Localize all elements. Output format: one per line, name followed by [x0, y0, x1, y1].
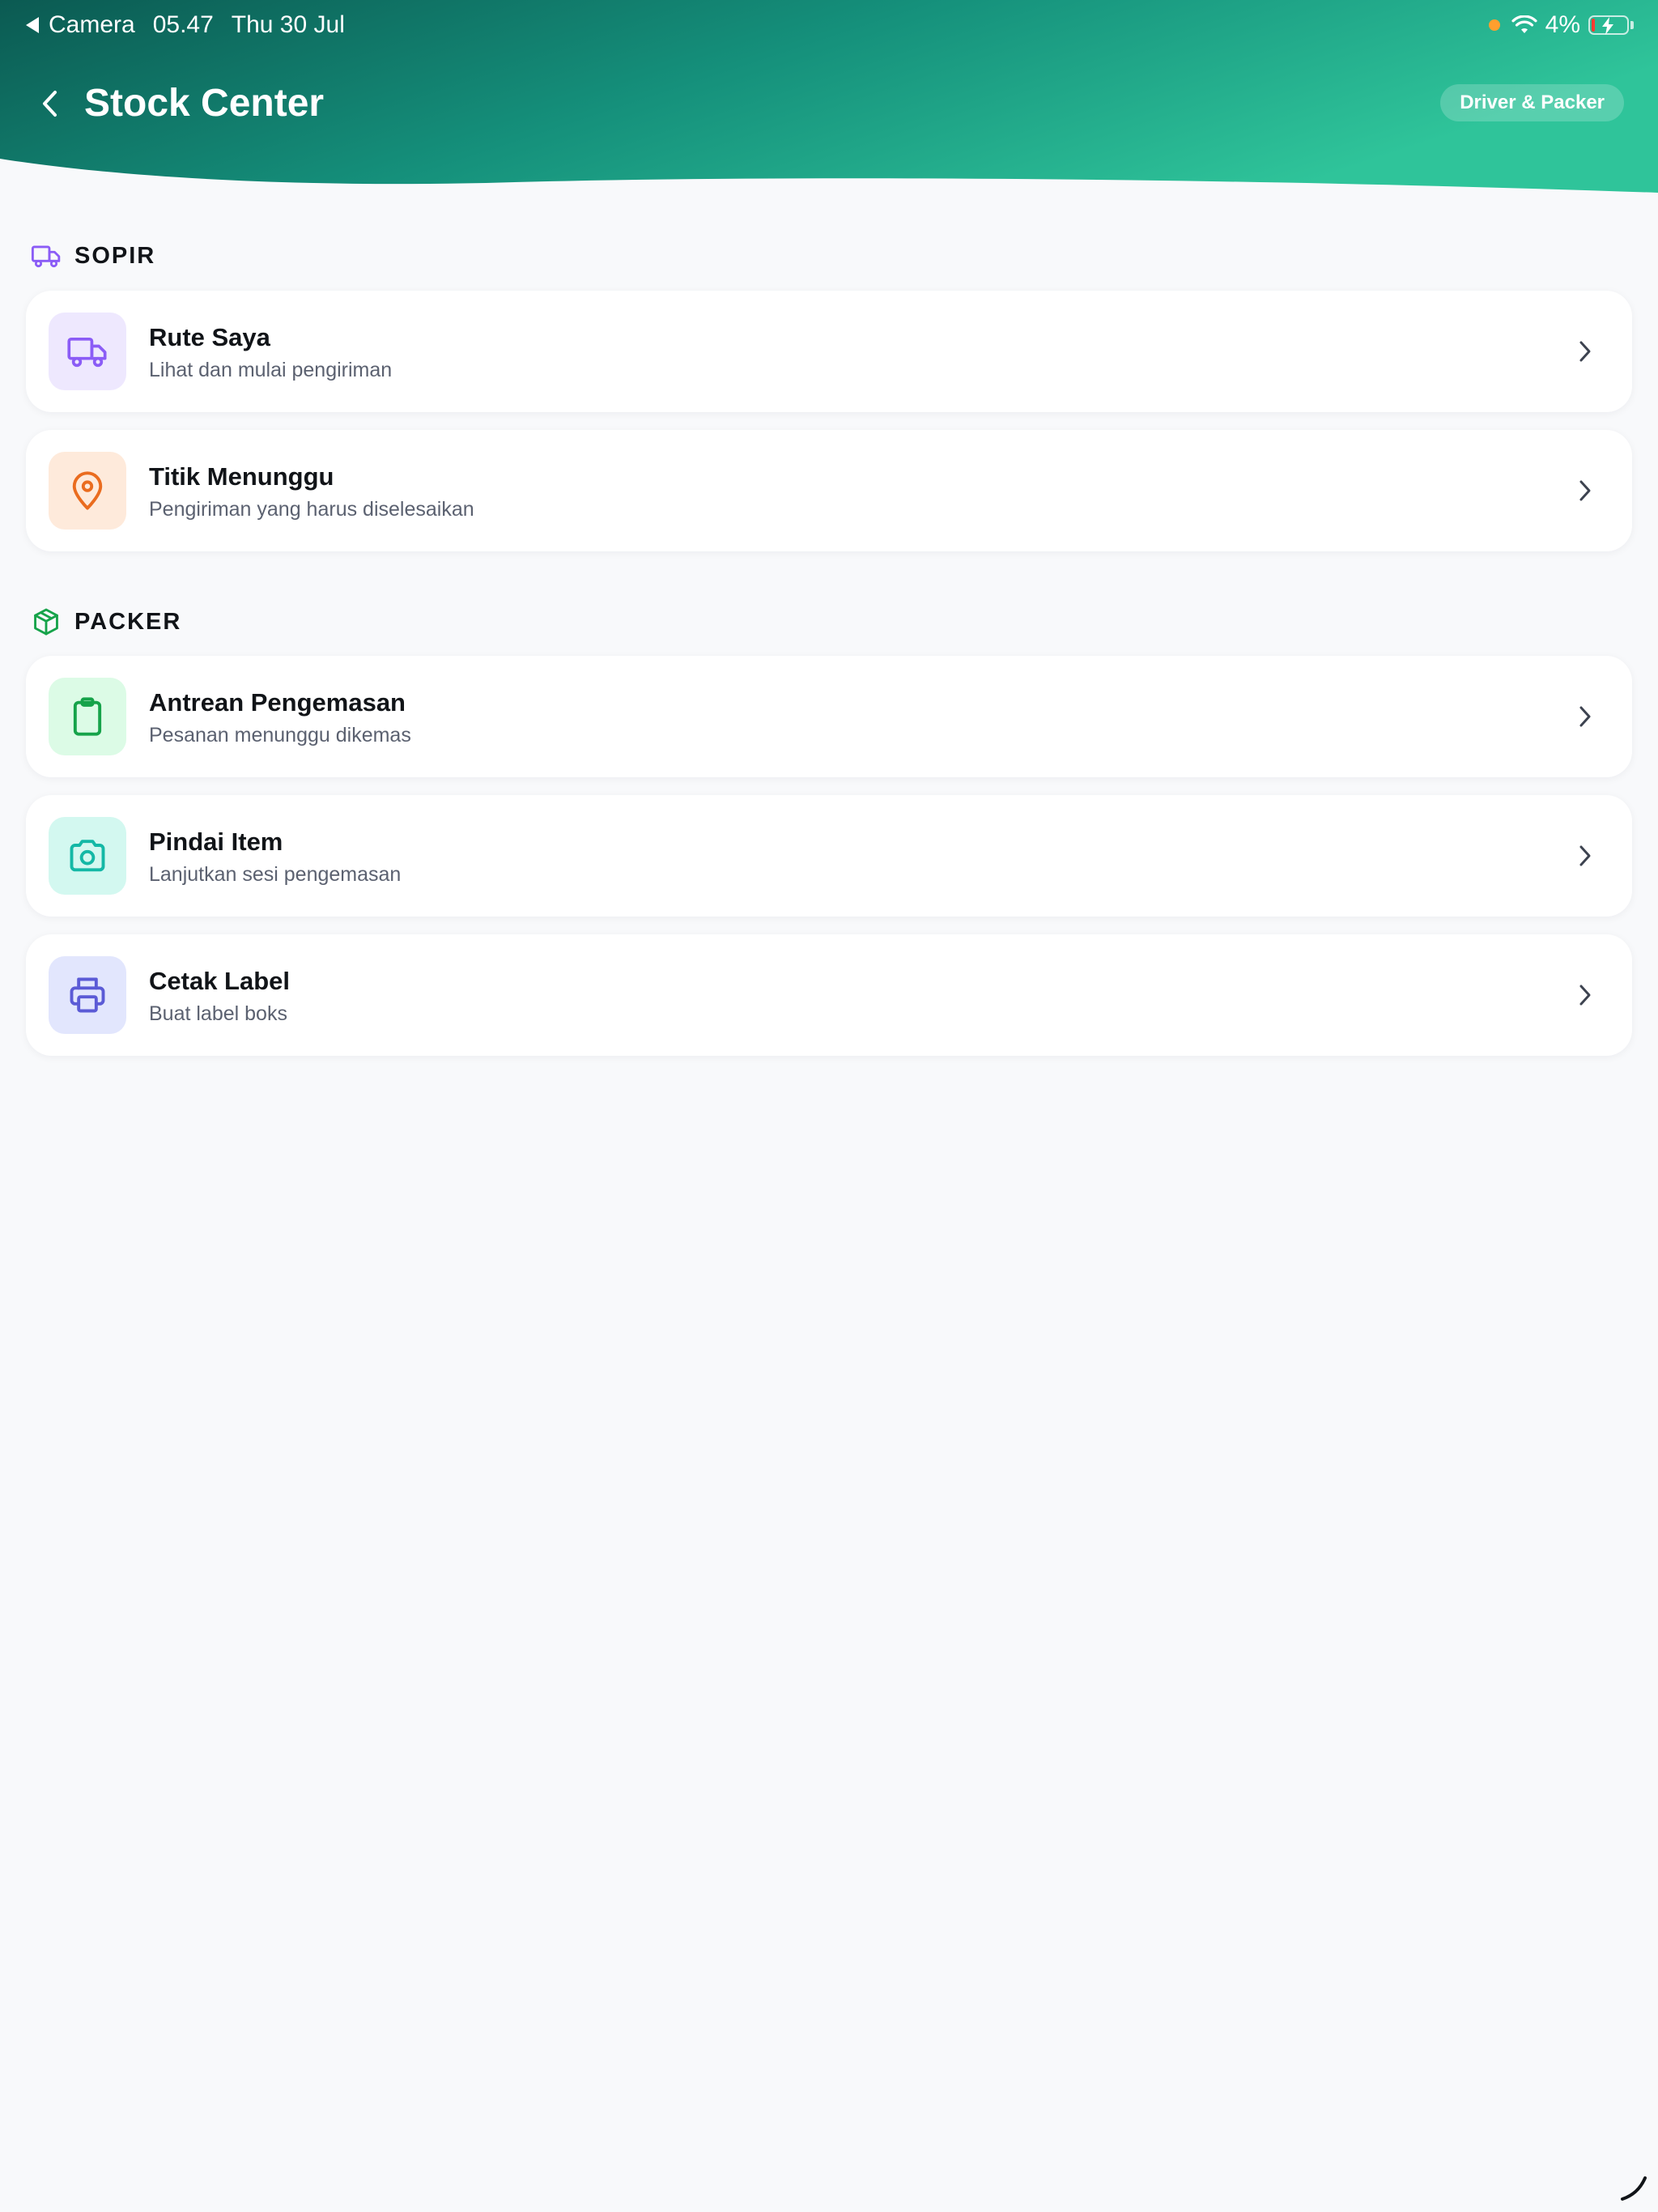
- map-pin-icon: [72, 471, 103, 510]
- card-icon-box: [49, 452, 126, 530]
- section-header-sopir: SOPIR: [31, 240, 155, 272]
- package-icon: [31, 606, 62, 637]
- menu-card-rute-saya[interactable]: Rute Saya Lihat dan mulai pengiriman: [26, 291, 1632, 412]
- status-left: Camera 05.47 Thu 30 Jul: [26, 11, 345, 39]
- card-subtitle: Pengiriman yang harus diselesaikan: [149, 498, 474, 521]
- card-subtitle: Lihat dan mulai pengiriman: [149, 359, 393, 381]
- card-title: Antrean Pengemasan: [149, 688, 406, 717]
- menu-card-cetak-label[interactable]: Cetak Label Buat label boks: [26, 934, 1632, 1056]
- chevron-right-icon: [1569, 474, 1601, 507]
- card-title: Pindai Item: [149, 827, 283, 856]
- menu-card-antrean-pengemasan[interactable]: Antrean Pengemasan Pesanan menunggu dike…: [26, 656, 1632, 777]
- card-title: Rute Saya: [149, 323, 270, 351]
- card-subtitle: Lanjutkan sesi pengemasan: [149, 863, 402, 886]
- app-header: Camera 05.47 Thu 30 Jul 4% Stock Center …: [0, 0, 1658, 194]
- camera-icon: [70, 840, 105, 872]
- card-subtitle: Buat label boks: [149, 1002, 287, 1025]
- battery-icon: [1588, 15, 1629, 35]
- printer-icon: [70, 977, 105, 1013]
- card-icon-box: [49, 817, 126, 895]
- truck-icon: [31, 240, 62, 271]
- status-bar: Camera 05.47 Thu 30 Jul 4%: [0, 0, 1658, 52]
- section-header-packer: PACKER: [31, 606, 181, 638]
- card-icon-box: [49, 313, 126, 390]
- role-badge: Driver & Packer: [1440, 84, 1624, 121]
- menu-card-titik-menunggu[interactable]: Titik Menunggu Pengiriman yang harus dis…: [26, 430, 1632, 551]
- resize-handle-icon[interactable]: [1618, 2172, 1650, 2204]
- wifi-icon: [1511, 15, 1537, 33]
- chevron-right-icon: [1569, 840, 1601, 872]
- section-title-packer: PACKER: [74, 608, 182, 635]
- truck-icon: [67, 337, 107, 368]
- section-title-sopir: SOPIR: [74, 242, 156, 269]
- status-right: 4%: [1488, 11, 1634, 39]
- card-title: Titik Menunggu: [149, 462, 334, 491]
- card-title: Cetak Label: [149, 967, 291, 995]
- chevron-right-icon: [1569, 979, 1601, 1011]
- battery-percent: 4%: [1545, 11, 1580, 38]
- page-title: Stock Center: [84, 82, 325, 125]
- chevron-right-icon: [1569, 335, 1601, 368]
- menu-card-pindai-item[interactable]: Pindai Item Lanjutkan sesi pengemasan: [26, 795, 1632, 917]
- card-icon-box: [49, 678, 126, 755]
- chevron-left-icon: [43, 91, 57, 117]
- back-button[interactable]: [34, 84, 66, 123]
- status-date: Thu 30 Jul: [231, 11, 345, 38]
- status-time: 05.47: [152, 11, 214, 38]
- back-to-app-icon[interactable]: [26, 17, 39, 33]
- card-subtitle: Pesanan menunggu dikemas: [149, 724, 411, 747]
- chevron-right-icon: [1569, 700, 1601, 733]
- card-icon-box: [49, 956, 126, 1034]
- recording-indicator-icon: [1488, 19, 1500, 31]
- back-app-label[interactable]: Camera: [49, 11, 135, 39]
- clipboard-icon: [73, 697, 102, 736]
